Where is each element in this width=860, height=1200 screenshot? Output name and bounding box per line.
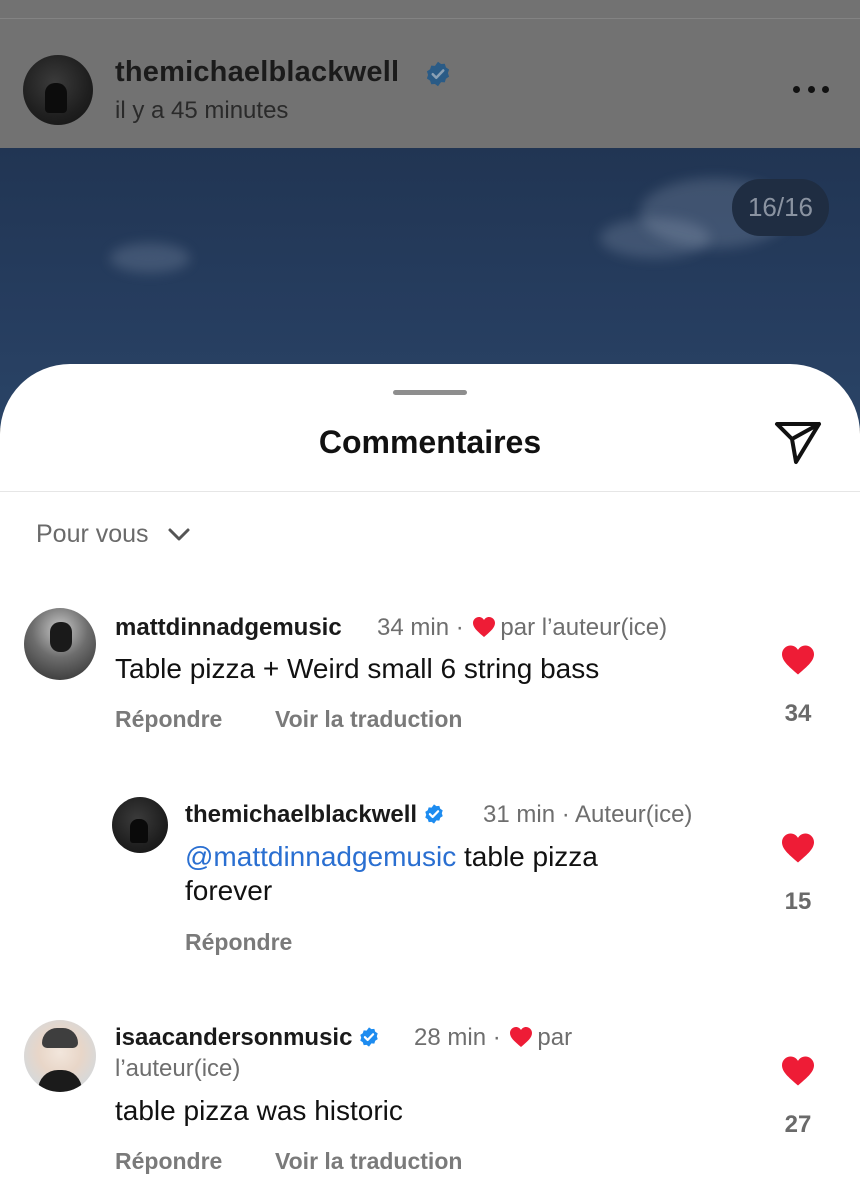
reply-button[interactable]: Répondre bbox=[115, 706, 222, 733]
comment-username[interactable]: isaacandersonmusic bbox=[115, 1024, 380, 1052]
comment-time: 34 min · bbox=[377, 614, 471, 641]
comment-username-text: themichaelblackwell bbox=[185, 801, 418, 828]
comment-text-line2: forever bbox=[185, 875, 273, 906]
more-options-icon[interactable] bbox=[793, 82, 829, 96]
comment-username[interactable]: themichaelblackwell bbox=[185, 801, 445, 829]
like-heart-icon[interactable] bbox=[780, 832, 816, 864]
commenter-avatar[interactable] bbox=[24, 608, 96, 680]
comment-text: @mattdinnadgemusic table pizza forever bbox=[185, 840, 598, 908]
commenter-avatar[interactable] bbox=[112, 797, 168, 853]
comment-liked-by-line2: l’auteur(ice) bbox=[115, 1055, 241, 1082]
comment-meta: 34 min · par l’auteur(ice) bbox=[377, 614, 667, 642]
see-translation-button[interactable]: Voir la traduction bbox=[275, 1148, 462, 1175]
like-heart-icon[interactable] bbox=[780, 644, 816, 676]
post-author-avatar[interactable] bbox=[23, 55, 93, 125]
image-counter-badge: 16/16 bbox=[732, 179, 829, 236]
comment-username[interactable]: mattdinnadgemusic bbox=[115, 614, 342, 642]
like-count: 27 bbox=[784, 1111, 812, 1138]
comment-meta: 28 min · par bbox=[414, 1024, 572, 1052]
comment-text-rest: table pizza bbox=[456, 841, 598, 872]
verified-badge-icon bbox=[425, 804, 443, 824]
top-divider bbox=[0, 18, 860, 19]
like-heart-icon[interactable] bbox=[780, 1055, 816, 1087]
sort-dropdown[interactable]: Pour vous bbox=[36, 520, 191, 549]
sheet-drag-handle[interactable] bbox=[393, 390, 467, 395]
verified-badge-icon bbox=[426, 61, 450, 87]
send-icon[interactable] bbox=[772, 418, 824, 466]
chevron-down-icon bbox=[168, 528, 190, 540]
verified-badge-icon bbox=[360, 1027, 379, 1047]
comment-text: table pizza was historic bbox=[115, 1095, 403, 1126]
sort-label: Pour vous bbox=[36, 520, 149, 548]
reply-button[interactable]: Répondre bbox=[185, 929, 292, 956]
comment-username-text: isaacandersonmusic bbox=[115, 1024, 353, 1051]
author-liked-heart-icon bbox=[473, 617, 496, 637]
see-translation-button[interactable]: Voir la traduction bbox=[275, 706, 462, 733]
post-timestamp: il y a 45 minutes bbox=[115, 97, 289, 124]
comment-time: 28 min · bbox=[414, 1024, 508, 1051]
post-author-username[interactable]: themichaelblackwell bbox=[115, 56, 399, 89]
sheet-title: Commentaires bbox=[318, 424, 542, 460]
comment-liked-by: par l’auteur(ice) bbox=[500, 614, 668, 641]
comment-liked-by: par bbox=[537, 1024, 573, 1051]
like-count: 15 bbox=[784, 888, 812, 915]
comment-time: 31 min · Auteur(ice) bbox=[483, 801, 693, 828]
commenter-avatar[interactable] bbox=[24, 1020, 96, 1092]
comment-text: Table pizza + Weird small 6 string bass bbox=[115, 653, 600, 684]
reply-button[interactable]: Répondre bbox=[115, 1148, 222, 1175]
mention-link[interactable]: @mattdinnadgemusic bbox=[185, 841, 456, 872]
like-count: 34 bbox=[784, 700, 812, 727]
author-liked-heart-icon bbox=[510, 1027, 533, 1047]
sheet-divider bbox=[0, 491, 860, 492]
